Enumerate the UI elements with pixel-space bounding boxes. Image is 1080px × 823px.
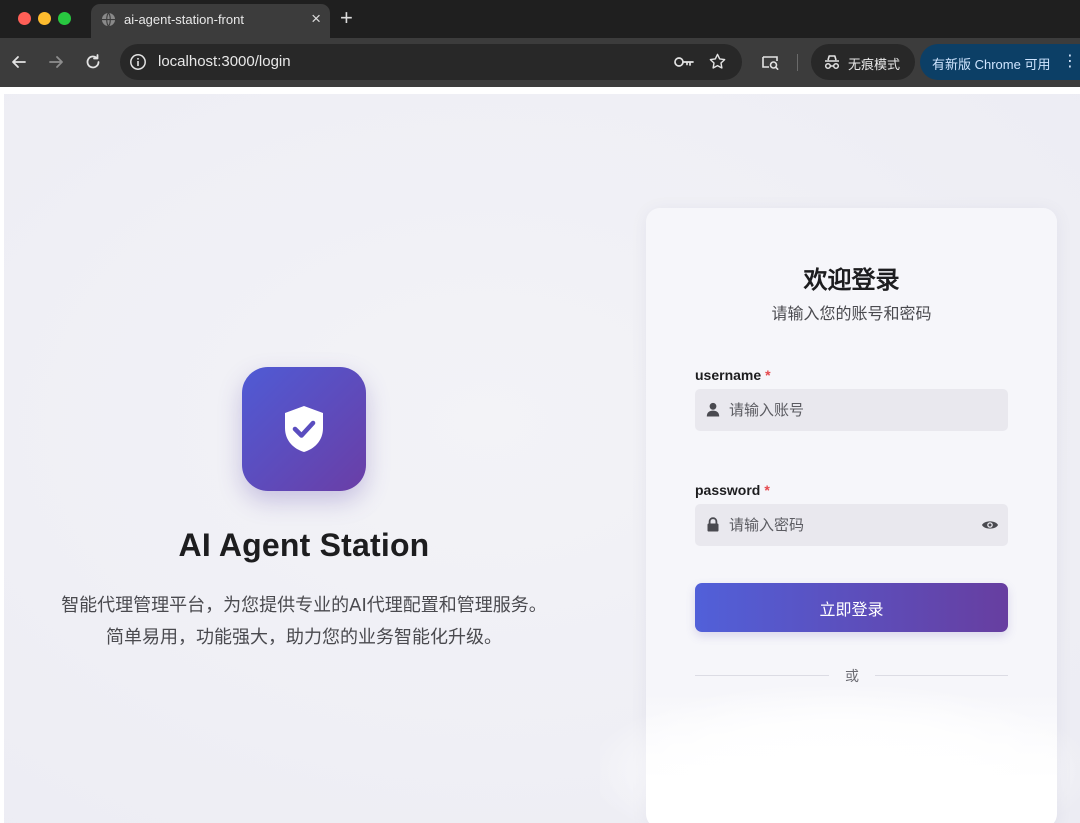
required-mark: * <box>764 482 770 498</box>
app-logo <box>242 367 366 491</box>
eye-icon[interactable] <box>981 518 999 532</box>
username-input[interactable] <box>729 389 979 431</box>
divider-line <box>695 675 829 676</box>
more-menu-icon[interactable]: ⋮ <box>1062 52 1078 72</box>
login-page: AI Agent Station 智能代理管理平台，为您提供专业的AI代理配置和… <box>0 87 1080 823</box>
browser-toolbar: localhost:3000/login 无痕模式 有新版 Chrome 可用 … <box>0 38 1080 87</box>
user-icon <box>706 402 720 417</box>
new-tab-button[interactable]: + <box>340 5 353 31</box>
lock-icon <box>707 517 719 532</box>
window-zoom-button[interactable] <box>58 12 71 25</box>
login-button[interactable]: 立即登录 <box>695 583 1008 632</box>
bottom-fade <box>600 687 1080 823</box>
window-close-button[interactable] <box>18 12 31 25</box>
password-input[interactable] <box>729 504 979 546</box>
tab-title: ai-agent-station-front <box>124 12 244 27</box>
brand-description-line: 智能代理管理平台，为您提供专业的AI代理配置和管理服务。 <box>61 595 547 616</box>
divider-line <box>875 675 1008 676</box>
password-field[interactable] <box>695 504 1008 546</box>
update-label: 有新版 Chrome 可用 <box>932 57 1051 72</box>
required-mark: * <box>765 367 771 383</box>
tab-search-icon[interactable] <box>760 52 780 72</box>
back-arrow-icon[interactable] <box>9 52 29 72</box>
site-info-icon[interactable] <box>129 53 147 71</box>
username-label-text: username <box>695 367 762 383</box>
reload-icon[interactable] <box>83 52 103 72</box>
password-label: password * <box>695 482 770 498</box>
incognito-label: 无痕模式 <box>848 57 901 72</box>
incognito-icon <box>824 55 840 70</box>
username-field[interactable] <box>695 389 1008 431</box>
browser-tab-bar: ai-agent-station-front × + <box>0 0 1080 38</box>
username-label: username * <box>695 367 771 383</box>
key-icon[interactable] <box>673 53 695 71</box>
incognito-button[interactable]: 无痕模式 <box>811 44 915 80</box>
brand-description: 智能代理管理平台，为您提供专业的AI代理配置和管理服务。 简单易用，功能强大，助… <box>40 590 568 654</box>
address-bar[interactable]: localhost:3000/login <box>120 44 742 80</box>
divider-text: 或 <box>845 669 859 685</box>
brand-description-line: 简单易用，功能强大，助力您的业务智能化升级。 <box>106 627 502 648</box>
close-tab-icon[interactable]: × <box>311 9 321 29</box>
brand-title: AI Agent Station <box>178 527 430 563</box>
globe-icon <box>101 12 116 27</box>
login-subtitle: 请输入您的账号和密码 <box>771 304 932 323</box>
chrome-update-button[interactable]: 有新版 Chrome 可用 ⋮ <box>920 44 1080 80</box>
password-label-text: password <box>695 482 761 498</box>
star-icon[interactable] <box>708 52 727 71</box>
window-minimize-button[interactable] <box>38 12 51 25</box>
shield-check-icon <box>285 406 323 452</box>
url-text[interactable]: localhost:3000/login <box>158 53 291 70</box>
toolbar-divider <box>797 54 798 71</box>
browser-tab[interactable]: ai-agent-station-front × <box>91 4 330 38</box>
login-title: 欢迎登录 <box>803 266 900 294</box>
forward-arrow-icon[interactable] <box>46 52 66 72</box>
